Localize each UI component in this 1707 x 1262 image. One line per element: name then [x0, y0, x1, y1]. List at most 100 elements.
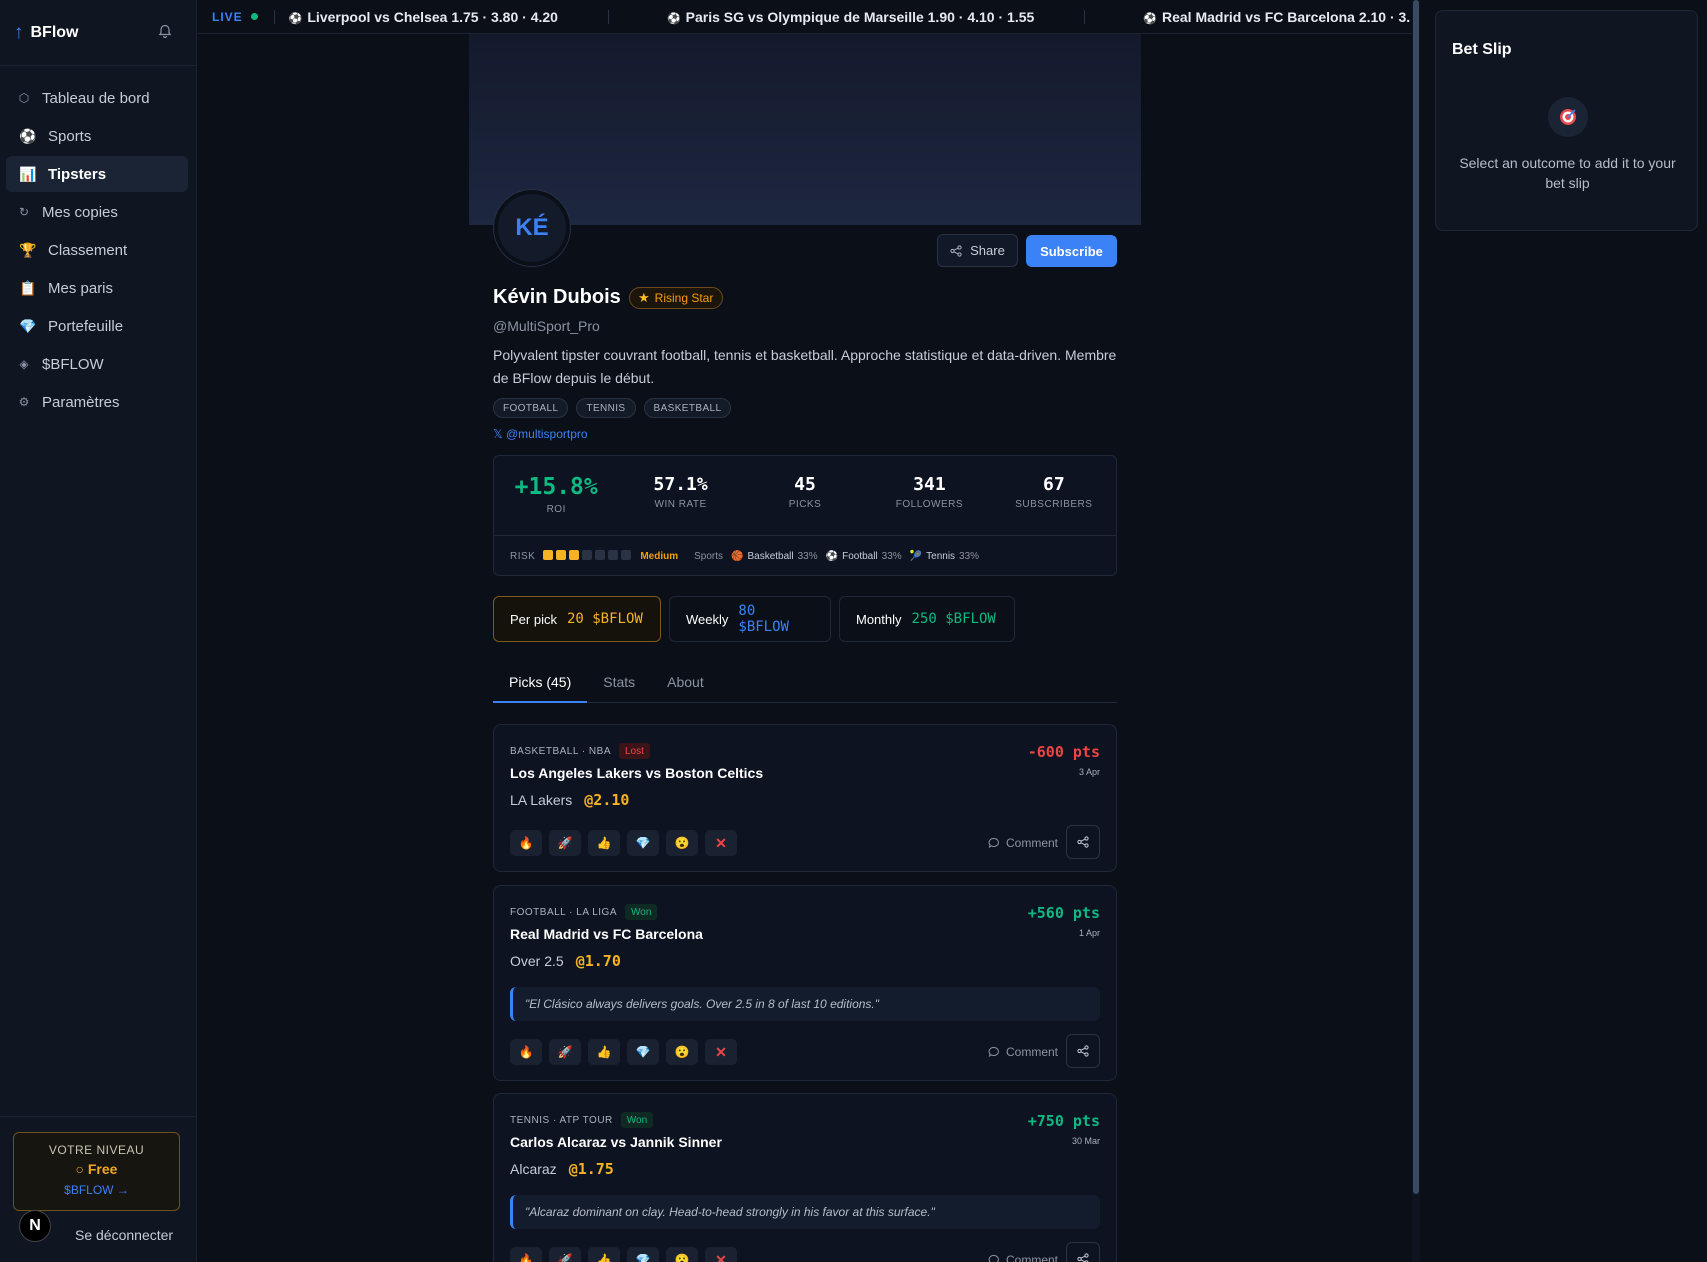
x-profile-link[interactable]: 𝕏 @multisportpro	[493, 427, 588, 441]
pick-selection: Alcaraz @1.75	[510, 1160, 614, 1178]
pick-league: BASKETBALL · NBA	[510, 745, 611, 757]
ticker-divider	[273, 9, 275, 24]
sport-share: 🎾 Tennis 33%	[910, 551, 979, 562]
share-pick-button[interactable]	[1066, 825, 1100, 859]
reaction-rocket-button[interactable]: 🚀	[549, 1247, 581, 1262]
ticker-match[interactable]: ⚽ Liverpool vs Chelsea 1.75 · 3.80 · 4.20	[289, 9, 558, 25]
brand-name: BFlow	[30, 23, 79, 41]
gem-icon: 💎	[19, 317, 37, 334]
diamond-icon: ◈	[19, 357, 29, 371]
pick-card: BASKETBALL · NBA Lost Los Angeles Lakers …	[493, 724, 1117, 872]
reaction-fire-button[interactable]: 🔥	[510, 1039, 542, 1065]
sidebar-item-bets[interactable]: 📋 Mes paris	[6, 270, 188, 306]
reaction-cross-button[interactable]: ✕	[705, 1247, 737, 1262]
pick-points: +750 pts	[1027, 1112, 1100, 1130]
reaction-wow-button[interactable]: 😮	[666, 1247, 698, 1262]
ticker-match[interactable]: ⚽ Paris SG vs Olympique de Marseille 1.90…	[667, 9, 1034, 25]
risk-value: Medium	[640, 550, 679, 562]
pick-match: Real Madrid vs FC Barcelona	[510, 926, 703, 942]
live-dot-icon	[250, 13, 258, 20]
comment-label: Comment	[1005, 1253, 1058, 1262]
pick-date: 1 Apr	[1078, 928, 1100, 938]
reaction-fire-button[interactable]: 🔥	[510, 1247, 542, 1262]
sidebar-item-sports[interactable]: ⚽ Sports	[6, 118, 188, 154]
sports-label: Sports	[694, 550, 724, 562]
live-ticker: LIVE ⚽ Liverpool vs Chelsea 1.75 · 3.80 ·…	[198, 0, 1412, 34]
sidebar-item-ranking[interactable]: 🏆 Classement	[6, 232, 188, 268]
price-label: Weekly	[686, 611, 729, 627]
tab-stats[interactable]: Stats	[587, 666, 651, 703]
tipster-handle: @MultiSport_Pro	[493, 318, 600, 334]
risk-meter	[543, 549, 634, 563]
reaction-wow-button[interactable]: 😮	[666, 830, 698, 856]
comment-button[interactable]: Comment	[988, 1253, 1058, 1262]
tab-about[interactable]: About	[651, 666, 720, 703]
pick-meta: TENNIS · ATP TOUR Won	[510, 1112, 654, 1128]
tab-picks[interactable]: Picks (45)	[493, 666, 588, 703]
level-card: VOTRE NIVEAU ○ Free $BFLOW →	[13, 1132, 180, 1211]
ticker-match[interactable]: ⚽ Real Madrid vs FC Barcelona 2.10 · 3.	[1143, 9, 1410, 25]
reaction-thumbs-up-button[interactable]: 👍	[588, 1039, 620, 1065]
reaction-gem-button[interactable]: 💎	[627, 1247, 659, 1262]
pick-date: 30 Mar	[1071, 1136, 1100, 1146]
scrollbar-thumb[interactable]	[1413, 0, 1419, 1194]
tennis-icon: 🎾	[909, 550, 923, 562]
reaction-cross-button[interactable]: ✕	[705, 1039, 737, 1065]
price-weekly[interactable]: Weekly 80 $BFLOW	[669, 596, 831, 642]
live-label: LIVE	[212, 9, 243, 24]
profile-cover	[469, 34, 1141, 225]
comment-icon	[988, 1047, 999, 1058]
price-per-pick[interactable]: Per pick 20 $BFLOW	[493, 596, 661, 642]
risk-meter-segment	[543, 549, 554, 560]
tipster-name: Kévin Dubois	[493, 286, 621, 308]
hexagon-icon: ⬡	[18, 91, 30, 105]
comment-icon	[988, 1255, 999, 1262]
sport-pct: 33%	[959, 550, 980, 562]
comment-button[interactable]: Comment	[988, 1045, 1058, 1059]
share-label: Share	[970, 243, 1005, 258]
reaction-thumbs-up-button[interactable]: 👍	[588, 1247, 620, 1262]
risk-meter-segment	[569, 549, 580, 560]
sidebar-item-tipsters[interactable]: 📊 Tipsters	[6, 156, 188, 192]
reaction-fire-button[interactable]: 🔥	[510, 830, 542, 856]
stat-label: FOLLOWERS	[895, 499, 964, 510]
share-pick-button[interactable]	[1066, 1034, 1100, 1068]
sport-pct: 33%	[797, 550, 818, 562]
reaction-cross-button[interactable]: ✕	[705, 830, 737, 856]
reaction-gem-button[interactable]: 💎	[627, 1039, 659, 1065]
bet-slip-title: Bet Slip	[1452, 41, 1512, 58]
reaction-rocket-button[interactable]: 🚀	[549, 1039, 581, 1065]
share-icon	[1077, 836, 1089, 848]
reaction-thumbs-up-button[interactable]: 👍	[588, 830, 620, 856]
subscribe-button[interactable]: Subscribe	[1026, 235, 1117, 267]
tag: TENNIS	[576, 398, 636, 418]
comment-button[interactable]: Comment	[988, 836, 1058, 850]
level-upgrade-link[interactable]: $BFLOW →	[14, 1183, 179, 1197]
reaction-bar: 🔥 🚀 👍 💎 😮 ✕	[510, 1039, 737, 1065]
reaction-rocket-button[interactable]: 🚀	[549, 830, 581, 856]
sidebar-item-label: Tableau de bord	[42, 89, 150, 107]
sport-share: 🏀 Basketball 33%	[731, 551, 818, 562]
star-icon: ★	[638, 290, 650, 305]
share-pick-button[interactable]	[1066, 1242, 1100, 1262]
reaction-wow-button[interactable]: 😮	[666, 1039, 698, 1065]
sidebar-item-label: Sports	[48, 127, 92, 145]
sidebar-item-copies[interactable]: ↻ Mes copies	[6, 194, 188, 230]
sidebar-item-label: $BFLOW	[42, 355, 104, 373]
sidebar-item-wallet[interactable]: 💎 Portefeuille	[6, 308, 188, 344]
stat-value: 45	[794, 474, 816, 495]
share-button[interactable]: Share	[937, 234, 1018, 267]
risk-row: RISK Medium Sports 🏀 Basketball 33% ⚽ Footb…	[494, 536, 1116, 576]
reaction-gem-button[interactable]: 💎	[627, 830, 659, 856]
reaction-bar: 🔥 🚀 👍 💎 😮 ✕	[510, 1247, 737, 1262]
price-monthly[interactable]: Monthly 250 $BFLOW	[839, 596, 1015, 642]
bell-icon[interactable]	[158, 23, 172, 43]
user-avatar[interactable]: N	[19, 1210, 51, 1242]
share-icon	[1077, 1045, 1089, 1057]
pick-points: -600 pts	[1027, 743, 1100, 761]
sidebar-item-token[interactable]: ◈ $BFLOW	[6, 346, 188, 382]
brand: ↑ BFlow	[0, 0, 196, 66]
sidebar-item-dashboard[interactable]: ⬡ Tableau de bord	[6, 80, 188, 116]
sidebar-item-settings[interactable]: ⚙ Paramètres	[6, 384, 188, 420]
logout-button[interactable]: Se déconnecter	[75, 1227, 173, 1243]
